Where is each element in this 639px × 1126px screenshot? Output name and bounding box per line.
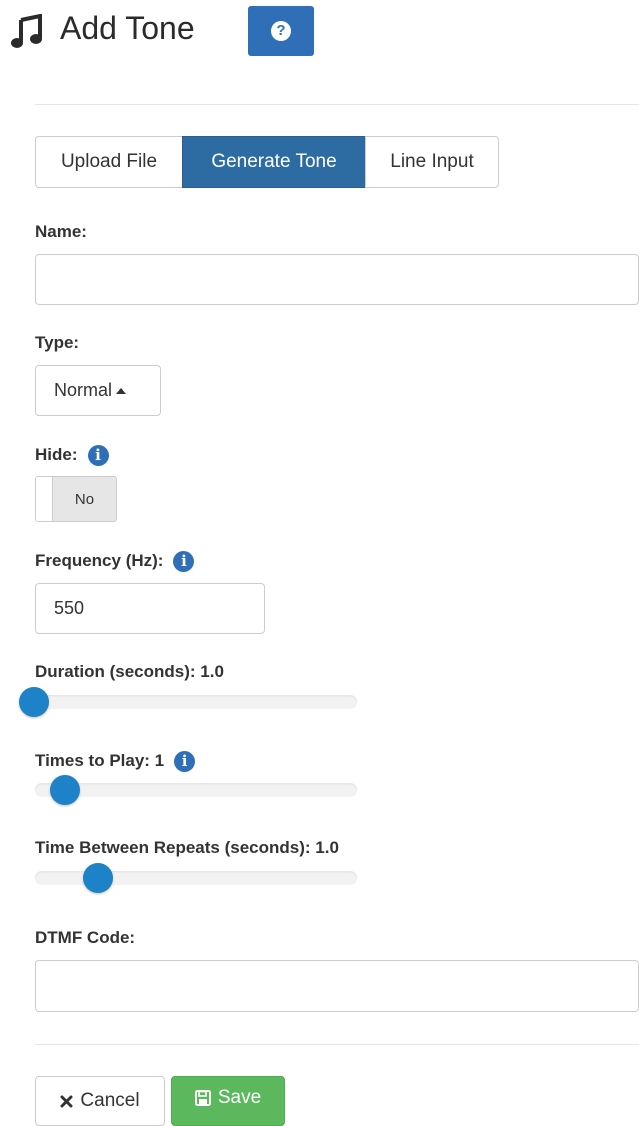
save-button[interactable]: Save xyxy=(171,1076,285,1126)
question-circle-icon: ? xyxy=(271,21,291,41)
cancel-button-label: Cancel xyxy=(80,1090,140,1111)
time-between-slider-handle[interactable] xyxy=(83,863,113,893)
dtmf-label: DTMF Code: xyxy=(35,926,135,950)
info-circle-icon[interactable]: i xyxy=(87,444,109,466)
tab-line-input[interactable]: Line Input xyxy=(365,136,499,188)
music-note-icon xyxy=(10,13,46,50)
type-label: Type: xyxy=(35,331,79,355)
dtmf-input[interactable] xyxy=(35,960,639,1012)
hide-label: Hide: i xyxy=(35,442,109,468)
caret-up-icon xyxy=(116,387,127,394)
frequency-label-text: Frequency (Hz): xyxy=(35,551,164,570)
duration-label-text: Duration (seconds): 1.0 xyxy=(35,662,224,681)
duration-slider-track[interactable] xyxy=(35,695,357,709)
duration-label: Duration (seconds): 1.0 xyxy=(35,660,224,684)
header-divider xyxy=(35,104,639,105)
type-dropdown[interactable]: Normal xyxy=(35,365,161,416)
times-to-play-label: Times to Play: 1 i xyxy=(35,748,196,774)
duration-slider-handle[interactable] xyxy=(19,687,49,717)
footer-divider xyxy=(35,1044,639,1045)
time-between-label-text: Time Between Repeats (seconds): 1.0 xyxy=(35,838,339,857)
dtmf-label-text: DTMF Code: xyxy=(35,928,136,947)
times-icon xyxy=(60,1095,73,1108)
name-label-text: Name: xyxy=(35,222,87,241)
tab-upload-file[interactable]: Upload File xyxy=(35,136,183,188)
times-to-play-slider-handle[interactable] xyxy=(50,775,80,805)
tab-generate-tone[interactable]: Generate Tone xyxy=(182,136,366,188)
toggle-state-label: No xyxy=(53,477,116,521)
frequency-input[interactable] xyxy=(35,583,265,634)
type-label-text: Type: xyxy=(35,333,80,352)
hide-toggle[interactable]: No xyxy=(35,476,117,522)
times-to-play-label-text: Times to Play: 1 xyxy=(35,751,165,770)
name-input[interactable] xyxy=(35,254,639,305)
name-label: Name: xyxy=(35,220,87,244)
page-title: Add Tone xyxy=(60,10,195,46)
type-selected-value: Normal xyxy=(54,380,113,400)
info-circle-icon[interactable]: i xyxy=(173,550,195,572)
frequency-label: Frequency (Hz): i xyxy=(35,548,195,574)
time-between-label: Time Between Repeats (seconds): 1.0 xyxy=(35,836,339,860)
info-circle-icon[interactable]: i xyxy=(174,750,196,772)
help-button[interactable]: ? xyxy=(248,6,314,56)
cancel-button[interactable]: Cancel xyxy=(35,1076,165,1126)
source-tab-group: Upload File Generate Tone Line Input xyxy=(35,136,499,188)
save-button-label: Save xyxy=(217,1087,262,1108)
floppy-disk-icon xyxy=(194,1090,211,1106)
toggle-handle xyxy=(36,477,53,521)
hide-label-text: Hide: xyxy=(35,445,78,464)
times-to-play-slider-track[interactable] xyxy=(35,783,357,797)
